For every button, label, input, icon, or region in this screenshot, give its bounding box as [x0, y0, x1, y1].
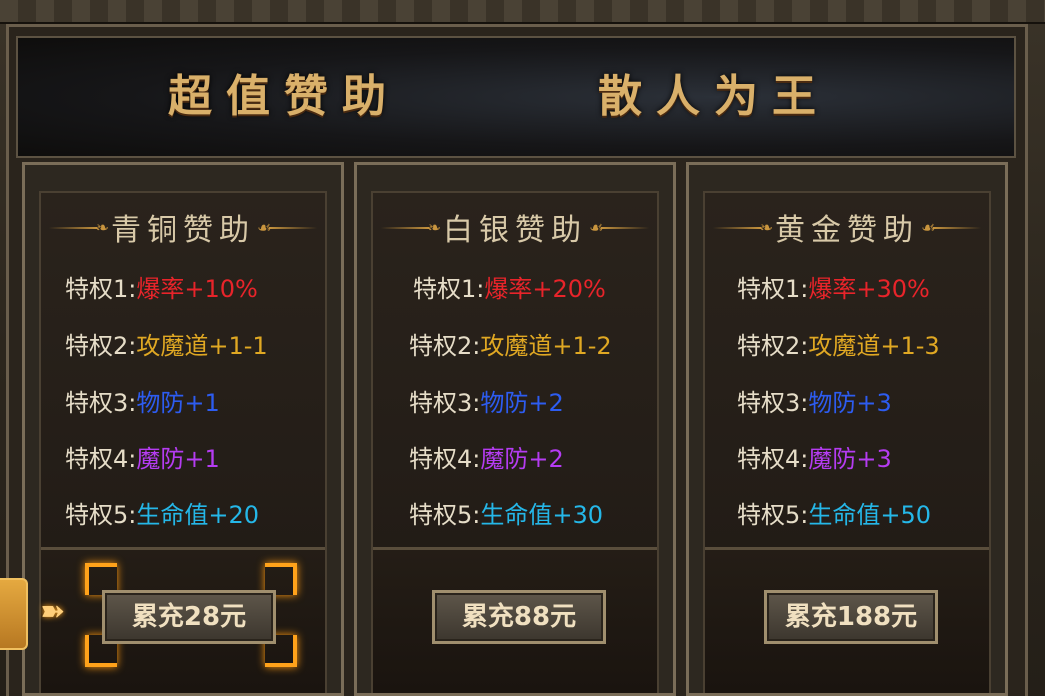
gold-sponsor-card: ❧ 黄金赞助 ☙ 特权1:爆率+30% 特权2:攻魔道+1-3 特权3:物防+3… [686, 162, 1008, 696]
privilege-label: 特权5: [737, 501, 809, 529]
privilege-row: 特权3:物防+1 [65, 383, 220, 423]
privilege-value: 攻魔道+1-2 [480, 332, 612, 360]
privilege-value: 魔防+3 [808, 445, 892, 473]
privilege-row: 特权1:爆率+20% [413, 269, 606, 309]
privilege-row: 特权2:攻魔道+1-3 [737, 326, 940, 366]
privilege-row: 特权4:魔防+3 [737, 439, 892, 479]
ornament-right-icon: ☙ [257, 219, 317, 237]
privilege-row: 特权1:爆率+30% [737, 269, 930, 309]
ornament-right-icon: ☙ [589, 219, 649, 237]
privilege-value: 爆率+20% [484, 275, 606, 303]
card-inner: ❧ 黄金赞助 ☙ 特权1:爆率+30% 特权2:攻魔道+1-3 特权3:物防+3… [703, 191, 991, 693]
privilege-value: 物防+1 [136, 389, 220, 417]
privilege-label: 特权4: [737, 445, 809, 473]
privilege-row: 特权5:生命值+20 [65, 495, 259, 535]
privilege-row: 特权5:生命值+50 [737, 495, 931, 535]
privilege-label: 特权5: [409, 501, 481, 529]
banner-title-right: 散人为王 [598, 71, 830, 122]
button-area: 累充88元 [373, 550, 657, 693]
side-expand-tab[interactable] [0, 578, 28, 650]
banner-title-left: 超值赞助 [168, 71, 400, 122]
privilege-value: 生命值+30 [480, 501, 604, 529]
recharge-28-button[interactable]: 累充28元 [102, 590, 276, 644]
privilege-label: 特权2: [409, 332, 481, 360]
privilege-label: 特权1: [413, 275, 485, 303]
privilege-value: 物防+2 [480, 389, 564, 417]
privilege-value: 魔防+1 [136, 445, 220, 473]
privilege-label: 特权3: [737, 389, 809, 417]
privilege-label: 特权2: [65, 332, 137, 360]
arrow-right-icon: ➽ [40, 594, 66, 629]
ornament-right-icon: ☙ [921, 219, 981, 237]
bronze-sponsor-card: ❧ 青铜赞助 ☙ 特权1:爆率+10% 特权2:攻魔道+1-1 特权3:物防+1… [22, 162, 344, 696]
privilege-label: 特权3: [65, 389, 137, 417]
silver-sponsor-card: ❧ 白银赞助 ☙ 特权1:爆率+20% 特权2:攻魔道+1-2 特权3:物防+2… [354, 162, 676, 696]
privilege-label: 特权1: [737, 275, 809, 303]
privilege-row: 特权1:爆率+10% [65, 269, 258, 309]
privilege-row: 特权2:攻魔道+1-2 [409, 326, 612, 366]
privilege-row: 特权2:攻魔道+1-1 [65, 326, 268, 366]
privilege-label: 特权2: [737, 332, 809, 360]
privilege-label: 特权3: [409, 389, 481, 417]
privilege-row: 特权3:物防+2 [409, 383, 564, 423]
privilege-value: 物防+3 [808, 389, 892, 417]
top-border-strip [0, 0, 1045, 24]
game-window: 超值赞助 散人为王 ❧ 青铜赞助 ☙ 特权1:爆率+10% 特权2:攻魔道+1-… [0, 0, 1045, 696]
privilege-value: 魔防+2 [480, 445, 564, 473]
button-area: 累充28元 [41, 550, 325, 693]
privilege-value: 攻魔道+1-1 [136, 332, 268, 360]
privilege-value: 攻魔道+1-3 [808, 332, 940, 360]
card-inner: ❧ 青铜赞助 ☙ 特权1:爆率+10% 特权2:攻魔道+1-1 特权3:物防+1… [39, 191, 327, 693]
privilege-value: 生命值+20 [136, 501, 260, 529]
privilege-row: 特权4:魔防+2 [409, 439, 564, 479]
header-banner [16, 36, 1016, 158]
privilege-value: 爆率+30% [808, 275, 930, 303]
privilege-label: 特权4: [65, 445, 137, 473]
privilege-row: 特权4:魔防+1 [65, 439, 220, 479]
recharge-188-button[interactable]: 累充188元 [764, 590, 938, 644]
privilege-label: 特权4: [409, 445, 481, 473]
recharge-88-button[interactable]: 累充88元 [432, 590, 606, 644]
button-area: 累充188元 [705, 550, 989, 693]
privilege-label: 特权1: [65, 275, 137, 303]
card-inner: ❧ 白银赞助 ☙ 特权1:爆率+20% 特权2:攻魔道+1-2 特权3:物防+2… [371, 191, 659, 693]
privilege-value: 生命值+50 [808, 501, 932, 529]
privilege-value: 爆率+10% [136, 275, 258, 303]
privilege-label: 特权5: [65, 501, 137, 529]
privilege-row: 特权5:生命值+30 [409, 495, 603, 535]
privilege-row: 特权3:物防+3 [737, 383, 892, 423]
